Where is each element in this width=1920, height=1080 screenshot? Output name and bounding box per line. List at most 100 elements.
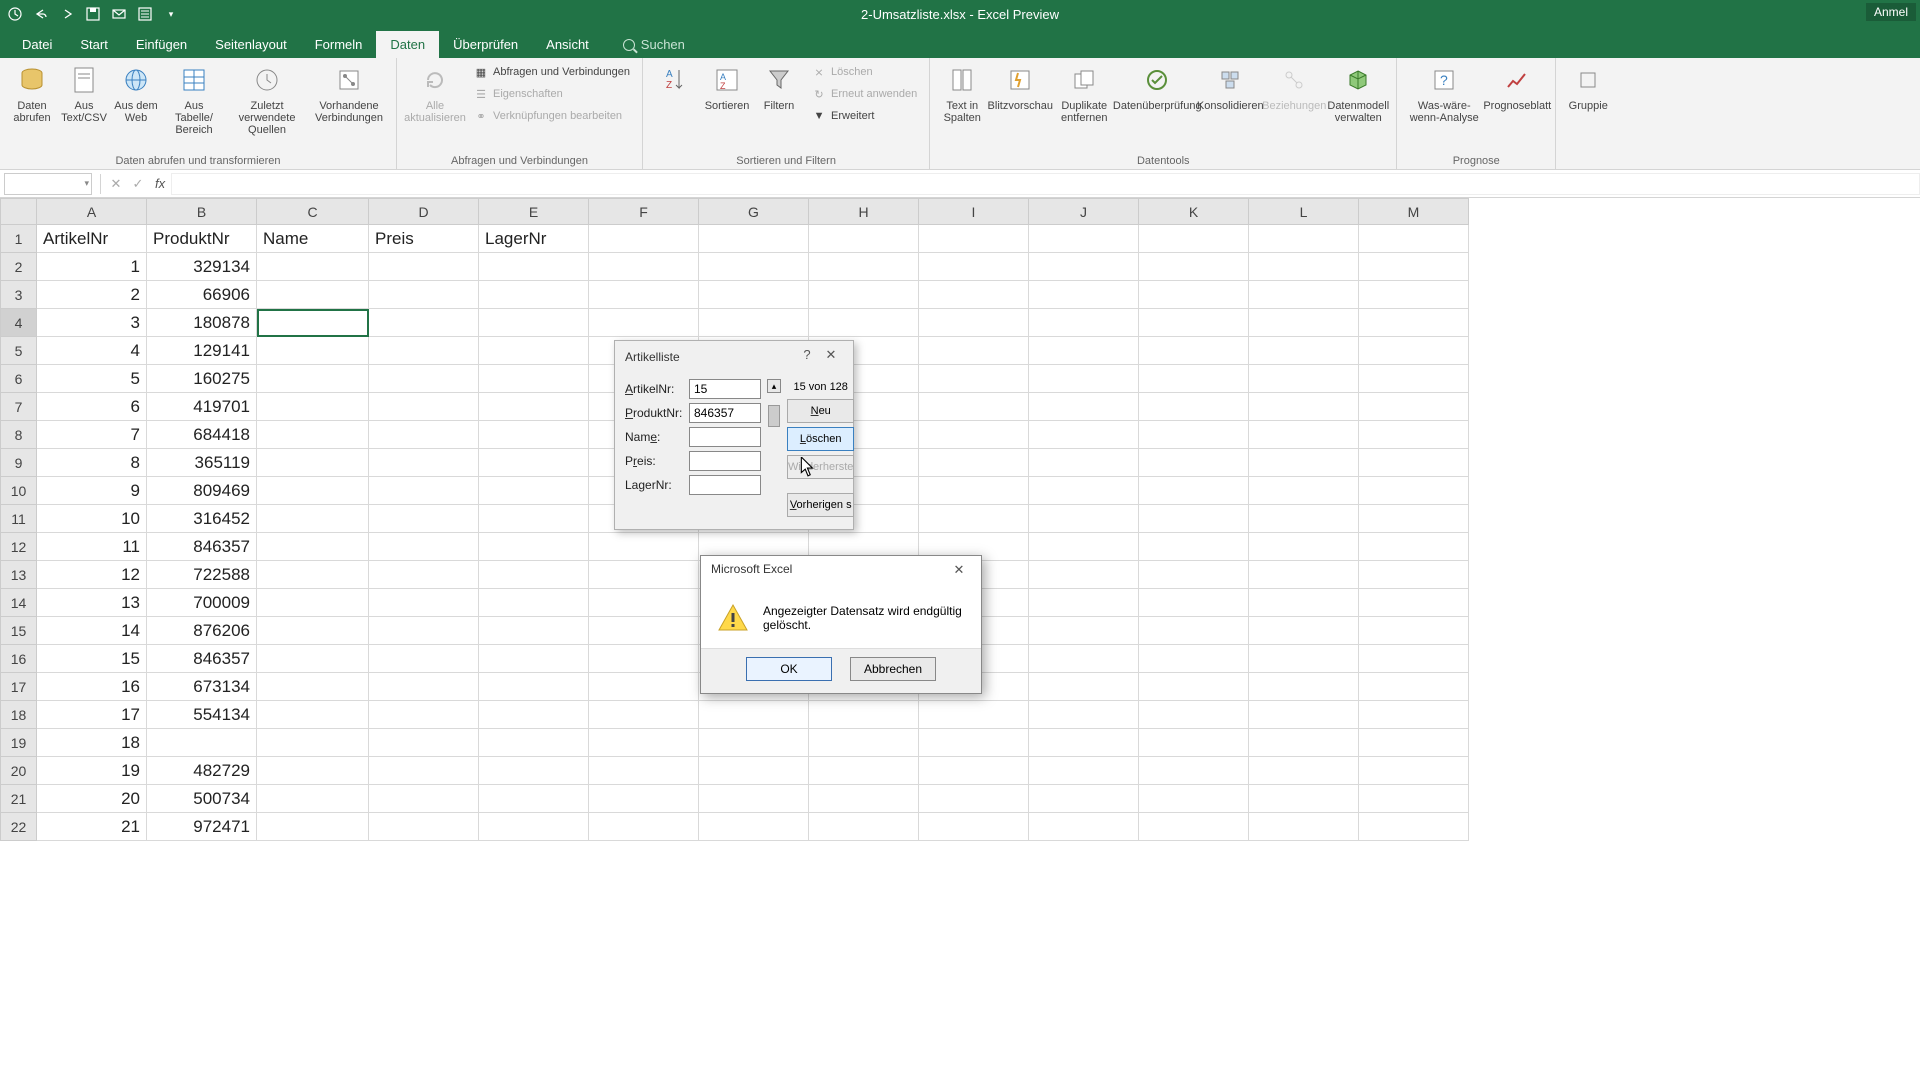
cell-C12[interactable] [257, 533, 369, 561]
cell-H20[interactable] [809, 757, 919, 785]
cell-C14[interactable] [257, 589, 369, 617]
cell-A22[interactable]: 21 [37, 813, 147, 841]
fx-icon[interactable]: fx [155, 176, 165, 191]
restore-button[interactable]: Wiederherste [787, 455, 854, 479]
form-icon[interactable] [136, 5, 154, 23]
row-header-16[interactable]: 16 [1, 645, 37, 673]
cell-B18[interactable]: 554134 [147, 701, 257, 729]
cell-D13[interactable] [369, 561, 479, 589]
cell-J20[interactable] [1029, 757, 1139, 785]
cell-E3[interactable] [479, 281, 589, 309]
cell-B3[interactable]: 66906 [147, 281, 257, 309]
cell-D10[interactable] [369, 477, 479, 505]
cell-C6[interactable] [257, 365, 369, 393]
cell-J4[interactable] [1029, 309, 1139, 337]
cell-E5[interactable] [479, 337, 589, 365]
col-header-G[interactable]: G [699, 199, 809, 225]
cell-B7[interactable]: 419701 [147, 393, 257, 421]
row-header-6[interactable]: 6 [1, 365, 37, 393]
cell-C2[interactable] [257, 253, 369, 281]
help-icon[interactable]: ? [795, 347, 819, 367]
cell-K14[interactable] [1139, 589, 1249, 617]
cell-A4[interactable]: 3 [37, 309, 147, 337]
cell-A5[interactable]: 4 [37, 337, 147, 365]
cell-C10[interactable] [257, 477, 369, 505]
row-header-5[interactable]: 5 [1, 337, 37, 365]
messagebox-close-icon[interactable]: ✕ [947, 562, 971, 582]
row-header-20[interactable]: 20 [1, 757, 37, 785]
ok-button[interactable]: OK [746, 657, 832, 681]
cell-A20[interactable]: 19 [37, 757, 147, 785]
from-table-range-button[interactable]: Aus Tabelle/ Bereich [164, 62, 224, 138]
cell-F16[interactable] [589, 645, 699, 673]
col-header-M[interactable]: M [1359, 199, 1469, 225]
cell-F15[interactable] [589, 617, 699, 645]
cell-L22[interactable] [1249, 813, 1359, 841]
refresh-all-button[interactable]: Alle aktualisieren [405, 62, 465, 126]
scroll-thumb[interactable] [768, 405, 780, 427]
cell-A16[interactable]: 15 [37, 645, 147, 673]
cell-K17[interactable] [1139, 673, 1249, 701]
cell-J18[interactable] [1029, 701, 1139, 729]
cell-B21[interactable]: 500734 [147, 785, 257, 813]
delete-record-button[interactable]: Löschen [787, 427, 854, 451]
cell-M4[interactable] [1359, 309, 1469, 337]
cell-D12[interactable] [369, 533, 479, 561]
cell-A21[interactable]: 20 [37, 785, 147, 813]
tab-datei[interactable]: Datei [8, 31, 66, 58]
cell-L10[interactable] [1249, 477, 1359, 505]
from-text-csv-button[interactable]: Aus Text/CSV [60, 62, 108, 126]
cell-J10[interactable] [1029, 477, 1139, 505]
col-header-H[interactable]: H [809, 199, 919, 225]
cell-A11[interactable]: 10 [37, 505, 147, 533]
autosave-icon[interactable] [6, 5, 24, 23]
email-icon[interactable] [110, 5, 128, 23]
cell-D8[interactable] [369, 421, 479, 449]
cell-B17[interactable]: 673134 [147, 673, 257, 701]
cell-I18[interactable] [919, 701, 1029, 729]
accept-formula-icon[interactable]: ✓ [127, 176, 149, 192]
cell-J8[interactable] [1029, 421, 1139, 449]
cell-F2[interactable] [589, 253, 699, 281]
cell-E15[interactable] [479, 617, 589, 645]
cell-F19[interactable] [589, 729, 699, 757]
forecast-sheet-button[interactable]: Prognoseblatt [1487, 62, 1547, 114]
row-header-11[interactable]: 11 [1, 505, 37, 533]
cell-L18[interactable] [1249, 701, 1359, 729]
group-button[interactable]: Gruppie [1564, 62, 1612, 114]
edit-links-button[interactable]: ⚭Verknüpfungen bearbeiten [469, 106, 634, 126]
cell-F4[interactable] [589, 309, 699, 337]
cell-M12[interactable] [1359, 533, 1469, 561]
cell-M7[interactable] [1359, 393, 1469, 421]
cancel-formula-icon[interactable]: ✕ [105, 176, 127, 192]
cell-M20[interactable] [1359, 757, 1469, 785]
row-header-4[interactable]: 4 [1, 309, 37, 337]
cell-D5[interactable] [369, 337, 479, 365]
cell-B12[interactable]: 846357 [147, 533, 257, 561]
cell-K8[interactable] [1139, 421, 1249, 449]
cell-E17[interactable] [479, 673, 589, 701]
cell-J7[interactable] [1029, 393, 1139, 421]
cell-M16[interactable] [1359, 645, 1469, 673]
cell-K2[interactable] [1139, 253, 1249, 281]
cell-M18[interactable] [1359, 701, 1469, 729]
cell-C3[interactable] [257, 281, 369, 309]
from-web-button[interactable]: Aus dem Web [112, 62, 160, 126]
cell-I6[interactable] [919, 365, 1029, 393]
cell-M2[interactable] [1359, 253, 1469, 281]
cell-A10[interactable]: 9 [37, 477, 147, 505]
find-prev-button[interactable]: Vorherigen s [787, 493, 854, 517]
tab-seitenlayout[interactable]: Seitenlayout [201, 31, 301, 58]
cell-G21[interactable] [699, 785, 809, 813]
cell-D21[interactable] [369, 785, 479, 813]
cell-L13[interactable] [1249, 561, 1359, 589]
relationships-button[interactable]: Beziehungen [1264, 62, 1324, 114]
cell-C22[interactable] [257, 813, 369, 841]
col-header-E[interactable]: E [479, 199, 589, 225]
cell-C13[interactable] [257, 561, 369, 589]
cell-G20[interactable] [699, 757, 809, 785]
cell-L4[interactable] [1249, 309, 1359, 337]
cell-B2[interactable]: 329134 [147, 253, 257, 281]
cell-C20[interactable] [257, 757, 369, 785]
cell-A12[interactable]: 11 [37, 533, 147, 561]
